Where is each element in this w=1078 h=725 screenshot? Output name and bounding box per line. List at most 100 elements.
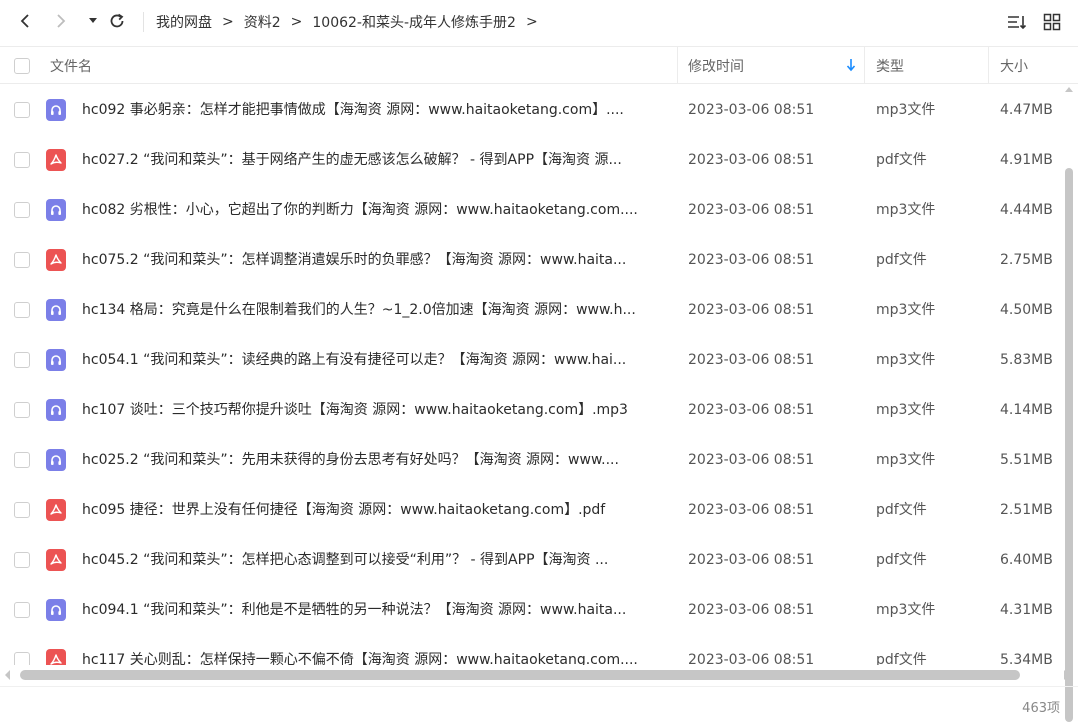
table-row[interactable]: hc117 关心则乱：怎样保持一颗心不偏不倚【海淘资 源网：www.haitao… xyxy=(0,635,1060,665)
file-name[interactable]: hc045.2 “我问和菜头”：怎样把心态调整到可以接受“利用”？ - 得到AP… xyxy=(82,535,668,585)
column-divider[interactable] xyxy=(864,47,865,84)
file-size: 4.50MB xyxy=(1000,302,1053,318)
file-modified-time: 2023-03-06 08:51 xyxy=(688,102,815,118)
file-name[interactable]: hc134 格局：究竟是什么在限制着我们的人生？~1_2.0倍加速【海淘资 源网… xyxy=(82,285,668,335)
scroll-up-icon[interactable] xyxy=(1065,86,1073,92)
header-modified-time[interactable]: 修改时间 xyxy=(688,47,744,84)
view-toggle-button[interactable] xyxy=(1041,11,1063,33)
breadcrumb-item-root[interactable]: 我的网盘 xyxy=(156,12,212,32)
file-modified-time: 2023-03-06 08:51 xyxy=(688,552,815,568)
breadcrumb-separator: > xyxy=(222,14,234,30)
item-count: 463项 xyxy=(1022,701,1060,716)
pdf-file-icon xyxy=(46,499,66,521)
header-name[interactable]: 文件名 xyxy=(50,47,92,84)
scroll-right-icon[interactable] xyxy=(1064,670,1070,680)
row-checkbox[interactable] xyxy=(14,402,30,418)
table-row[interactable]: hc054.1 “我问和菜头”：读经典的路上有没有捷径可以走？【海淘资 源网：w… xyxy=(0,335,1060,385)
audio-file-icon xyxy=(46,599,66,621)
table-row[interactable]: hc027.2 “我问和菜头”：基于网络产生的虚无感该怎么破解？ - 得到APP… xyxy=(0,135,1060,185)
row-checkbox[interactable] xyxy=(14,102,30,118)
file-name[interactable]: hc054.1 “我问和菜头”：读经典的路上有没有捷径可以走？【海淘资 源网：w… xyxy=(82,335,668,385)
file-size: 4.44MB xyxy=(1000,202,1053,218)
row-checkbox[interactable] xyxy=(14,352,30,368)
file-name[interactable]: hc117 关心则乱：怎样保持一颗心不偏不倚【海淘资 源网：www.haitao… xyxy=(82,635,668,665)
pdf-file-icon xyxy=(46,149,66,171)
file-modified-time: 2023-03-06 08:51 xyxy=(688,152,815,168)
row-checkbox[interactable] xyxy=(14,252,30,268)
table-header: 文件名 修改时间 类型 大小 xyxy=(0,46,1078,84)
scroll-down-icon[interactable] xyxy=(1065,654,1073,660)
breadcrumb-separator: > xyxy=(525,14,538,30)
row-checkbox[interactable] xyxy=(14,152,30,168)
header-type[interactable]: 类型 xyxy=(876,47,904,84)
file-size: 5.34MB xyxy=(1000,652,1053,665)
toolbar-divider xyxy=(143,12,144,32)
breadcrumb-separator: > xyxy=(290,14,303,30)
refresh-button[interactable] xyxy=(106,10,128,32)
table-row[interactable]: hc095 捷径：世界上没有任何捷径【海淘资 源网：www.haitaoketa… xyxy=(0,485,1060,535)
select-all-checkbox[interactable] xyxy=(14,47,30,84)
row-checkbox[interactable] xyxy=(14,502,30,518)
file-size: 5.51MB xyxy=(1000,452,1053,468)
breadcrumb: 我的网盘 > 资料2 > 10062-和菜头-成年人修炼手册2 > xyxy=(156,0,548,44)
file-name[interactable]: hc082 劣根性：小心，它超出了你的判断力【海淘资 源网：www.haitao… xyxy=(82,185,668,235)
table-row[interactable]: hc025.2 “我问和菜头”：先用未获得的身份去思考有好处吗？【海淘资 源网：… xyxy=(0,435,1060,485)
file-name[interactable]: hc094.1 “我问和菜头”：利他是不是牺牲的另一种说法？【海淘资 源网：ww… xyxy=(82,585,668,635)
breadcrumb-item-folder[interactable]: 资料2 xyxy=(244,12,281,32)
file-size: 4.31MB xyxy=(1000,602,1053,618)
row-checkbox[interactable] xyxy=(14,602,30,618)
file-name[interactable]: hc027.2 “我问和菜头”：基于网络产生的虚无感该怎么破解？ - 得到APP… xyxy=(82,135,668,185)
history-dropdown-button[interactable] xyxy=(82,10,104,32)
table-row[interactable]: hc045.2 “我问和菜头”：怎样把心态调整到可以接受“利用”？ - 得到AP… xyxy=(0,535,1060,585)
audio-file-icon xyxy=(46,199,66,221)
row-checkbox[interactable] xyxy=(14,302,30,318)
row-checkbox[interactable] xyxy=(14,452,30,468)
row-checkbox[interactable] xyxy=(14,552,30,568)
audio-file-icon xyxy=(46,399,66,421)
file-name[interactable]: hc095 捷径：世界上没有任何捷径【海淘资 源网：www.haitaoketa… xyxy=(82,485,668,535)
file-type: mp3文件 xyxy=(876,352,936,368)
grid-view-icon xyxy=(1043,13,1061,31)
breadcrumb-item-current[interactable]: 10062-和菜头-成年人修炼手册2 xyxy=(312,12,516,32)
file-modified-time: 2023-03-06 08:51 xyxy=(688,202,815,218)
file-size: 4.14MB xyxy=(1000,402,1053,418)
back-button[interactable] xyxy=(14,10,36,32)
file-modified-time: 2023-03-06 08:51 xyxy=(688,402,815,418)
file-modified-time: 2023-03-06 08:51 xyxy=(688,352,815,368)
file-name[interactable]: hc107 谈吐：三个技巧帮你提升谈吐【海淘资 源网：www.haitaoket… xyxy=(82,385,668,435)
vertical-scroll-thumb[interactable] xyxy=(1065,168,1073,722)
column-divider[interactable] xyxy=(677,47,678,84)
table-row[interactable]: hc134 格局：究竟是什么在限制着我们的人生？~1_2.0倍加速【海淘资 源网… xyxy=(0,285,1060,335)
file-size: 2.75MB xyxy=(1000,252,1053,268)
pdf-file-icon xyxy=(46,649,66,665)
horizontal-scroll-thumb[interactable] xyxy=(20,670,1020,680)
forward-button[interactable] xyxy=(50,10,72,32)
file-modified-time: 2023-03-06 08:51 xyxy=(688,452,815,468)
vertical-scrollbar[interactable] xyxy=(1062,86,1074,722)
refresh-icon xyxy=(110,13,124,28)
column-divider[interactable] xyxy=(988,47,989,84)
file-name[interactable]: hc025.2 “我问和菜头”：先用未获得的身份去思考有好处吗？【海淘资 源网：… xyxy=(82,435,668,485)
file-type: mp3文件 xyxy=(876,202,936,218)
status-bar: 463项 xyxy=(0,686,1078,725)
table-row[interactable]: hc075.2 “我问和菜头”：怎样调整消遣娱乐时的负罪感？【海淘资 源网：ww… xyxy=(0,235,1060,285)
file-type: pdf文件 xyxy=(876,652,927,665)
row-checkbox[interactable] xyxy=(14,202,30,218)
file-type: mp3文件 xyxy=(876,402,936,418)
file-name[interactable]: hc092 事必躬亲：怎样才能把事情做成【海淘资 源网：www.haitaoke… xyxy=(82,85,668,135)
file-modified-time: 2023-03-06 08:51 xyxy=(688,302,815,318)
file-type: mp3文件 xyxy=(876,302,936,318)
table-row[interactable]: hc092 事必躬亲：怎样才能把事情做成【海淘资 源网：www.haitaoke… xyxy=(0,85,1060,135)
row-checkbox[interactable] xyxy=(14,652,30,665)
table-row[interactable]: hc094.1 “我问和菜头”：利他是不是牺牲的另一种说法？【海淘资 源网：ww… xyxy=(0,585,1060,635)
table-row[interactable]: hc107 谈吐：三个技巧帮你提升谈吐【海淘资 源网：www.haitaoket… xyxy=(0,385,1060,435)
file-size: 5.83MB xyxy=(1000,352,1053,368)
file-name[interactable]: hc075.2 “我问和菜头”：怎样调整消遣娱乐时的负罪感？【海淘资 源网：ww… xyxy=(82,235,668,285)
sort-button[interactable] xyxy=(1006,11,1028,33)
scroll-left-icon[interactable] xyxy=(4,670,10,680)
table-row[interactable]: hc082 劣根性：小心，它超出了你的判断力【海淘资 源网：www.haitao… xyxy=(0,185,1060,235)
horizontal-scrollbar[interactable] xyxy=(0,666,1078,684)
file-type: pdf文件 xyxy=(876,502,927,518)
file-type: pdf文件 xyxy=(876,152,927,168)
header-size[interactable]: 大小 xyxy=(1000,47,1028,84)
